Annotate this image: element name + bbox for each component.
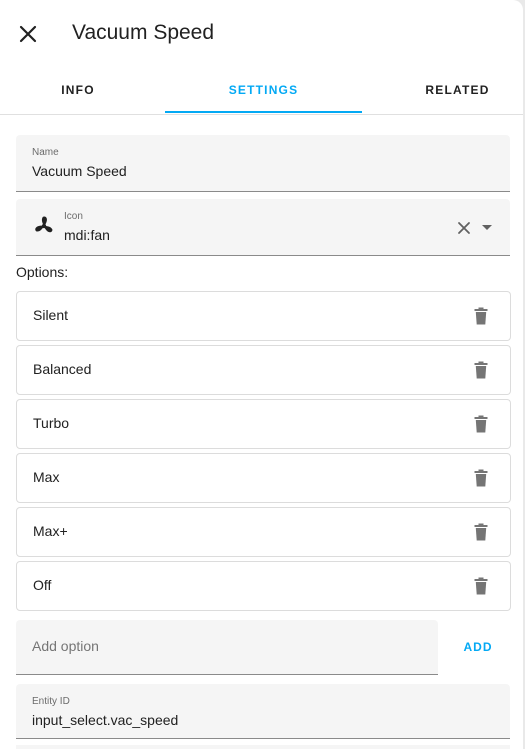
option-row: Max	[16, 453, 511, 503]
icon-field-value: mdi:fan	[64, 227, 110, 243]
tab-info[interactable]: INFO	[0, 66, 156, 114]
active-tab-indicator	[165, 111, 362, 113]
option-row: Off	[16, 561, 511, 611]
entity-settings-dialog: Vacuum Speed INFO SETTINGS RELATED Name …	[0, 0, 523, 749]
trash-icon[interactable]	[471, 360, 491, 380]
option-row: Turbo	[16, 399, 511, 449]
name-field-label: Name	[32, 147, 59, 158]
fan-icon	[35, 216, 53, 233]
option-label: Max+	[33, 523, 68, 539]
name-field-value: Vacuum Speed	[32, 163, 127, 179]
trash-icon[interactable]	[471, 468, 491, 488]
chevron-down-icon[interactable]	[480, 220, 494, 234]
next-field-edge	[16, 745, 510, 749]
option-label: Balanced	[33, 361, 92, 377]
option-row: Max+	[16, 507, 511, 557]
entity-id-field[interactable]: Entity ID input_select.vac_speed	[16, 684, 510, 739]
close-icon	[19, 25, 37, 43]
option-label: Turbo	[33, 415, 70, 431]
icon-picker-field[interactable]: Icon mdi:fan	[16, 199, 510, 256]
option-label: Silent	[33, 307, 69, 323]
dialog-title: Vacuum Speed	[72, 21, 215, 44]
tab-settings[interactable]: SETTINGS	[165, 66, 362, 114]
trash-icon[interactable]	[471, 522, 491, 542]
option-label: Max	[33, 469, 60, 485]
trash-icon[interactable]	[471, 576, 491, 596]
entity-id-label: Entity ID	[32, 696, 70, 707]
close-button[interactable]	[14, 20, 42, 48]
tab-related[interactable]: RELATED	[392, 66, 523, 114]
option-row: Balanced	[16, 345, 511, 395]
option-row: Silent	[16, 291, 511, 341]
clear-icon[interactable]	[456, 220, 472, 236]
add-option-button[interactable]: ADD	[450, 630, 506, 664]
dialog-header: Vacuum Speed	[0, 0, 523, 66]
trash-icon[interactable]	[471, 306, 491, 326]
icon-field-label: Icon	[64, 211, 83, 222]
option-label: Off	[33, 577, 52, 593]
trash-icon[interactable]	[471, 414, 491, 434]
entity-id-value: input_select.vac_speed	[32, 712, 179, 728]
add-option-placeholder: Add option	[32, 638, 99, 654]
options-label: Options:	[16, 264, 69, 280]
name-field[interactable]: Name Vacuum Speed	[16, 135, 510, 192]
add-option-input[interactable]: Add option	[16, 620, 438, 675]
tab-bar: INFO SETTINGS RELATED	[0, 66, 523, 115]
